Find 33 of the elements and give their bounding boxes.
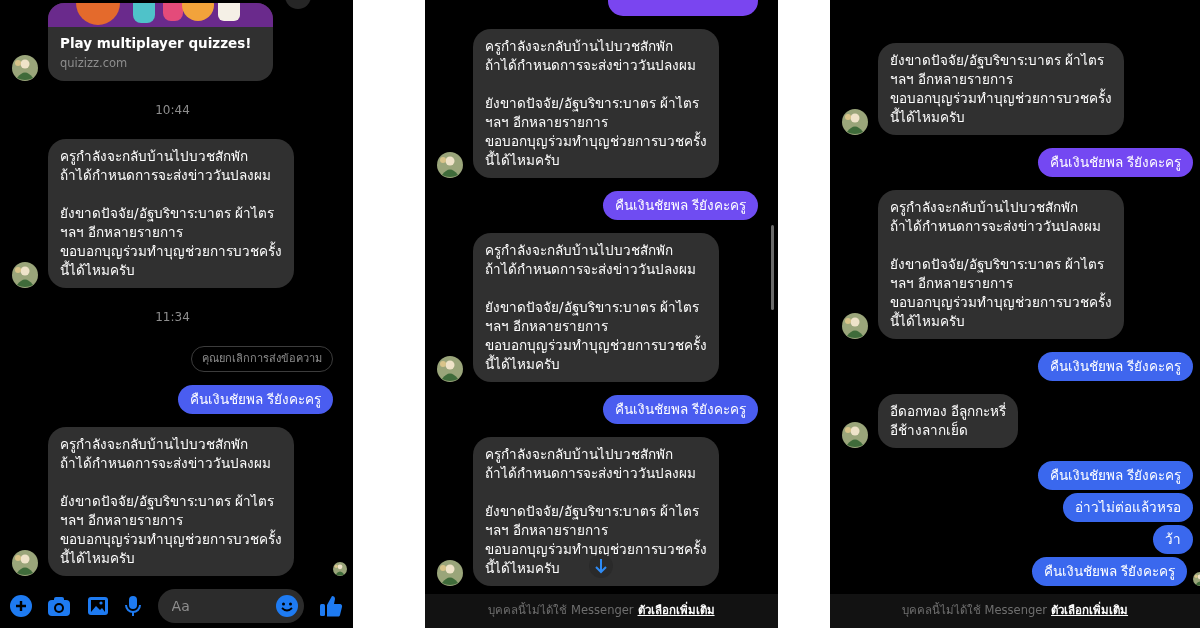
message-bubble: คืนเงินชัยพล รียังคะครู <box>1037 352 1193 381</box>
message-bubble: ยังขาดปัจจัย/อัฐบริขาร:บาตร ผ้าไตร ฯลฯ อีกหลายรายการ ขอบอกบุญร่วมทำบุญช่วยการบวชครั้ง นี้ได้ไหมครับ <box>878 43 1124 135</box>
timestamp: 10:44 <box>154 101 191 119</box>
camera-icon[interactable] <box>47 595 72 617</box>
message-bubble: อ่าวไม่ต่อแล้วหรอ <box>1063 493 1193 522</box>
link-title: Play multiplayer quizzes! <box>59 34 253 53</box>
image-icon[interactable] <box>86 595 109 617</box>
message-bubble: ครูกำลังจะกลับบ้านไปบวชสักพัก ถ้าได้กำหนดการจะส่งข่าววันปลงผม ยังขาดปัจจัย/อัฐบริขาร:บาตร ผ้าไตร ฯลฯ อีกหลายรายการ ขอบอกบุญร่วมทำบุญช่วยการบวชครั้ง นี้ได้ไหมครับ <box>473 233 719 382</box>
link-domain: quizizz.com <box>59 55 129 73</box>
more-options-link[interactable]: ตัวเลือกเพิ่มเติม <box>637 602 715 620</box>
add-icon[interactable] <box>10 595 32 617</box>
like-icon[interactable] <box>318 594 343 618</box>
message-field[interactable]: Aa <box>157 589 304 623</box>
message-bubble: คืนเงินชัยพล รียังคะครู <box>602 395 758 424</box>
message-bubble: ครูกำลังจะกลับบ้านไปบวชสักพัก ถ้าได้กำหนดการจะส่งข่าววันปลงผม ยังขาดปัจจัย/อัฐบริขาร:บาตร ผ้าไตร ฯลฯ อีกหลายรายการ ขอบอกบุญร่วมทำบุญช่วยการบวชครั้ง นี้ได้ไหมครับ <box>48 138 294 288</box>
more-options-link[interactable]: ตัวเลือกเพิ่มเติม <box>1051 602 1129 620</box>
footer-text: บุคคลนี้ไม่ได้ใช้ Messenger <box>488 602 634 620</box>
message-bubble: คืนเงินชัยพล รียังคะครู <box>177 385 333 414</box>
message-bubble: ครูกำลังจะกลับบ้านไปบวชสักพัก ถ้าได้กำหนดการจะส่งข่าววันปลงผม ยังขาดปัจจัย/อัฐบริขาร:บาตร ผ้าไตร ฯลฯ อีกหลายรายการ ขอบอกบุญร่วมทำบุญช่วยการบวชครั้ง นี้ได้ไหมครับ <box>473 29 719 178</box>
message-bubble: ว้า <box>1153 525 1193 554</box>
message-bubble: อีดอกทอง อีลูกกะหรี่ อีช้างลากเย็ด <box>878 394 1019 448</box>
scrollbar[interactable] <box>771 225 774 310</box>
message-bubble: คืนเงินชัยพล รียังคะครู <box>1031 557 1187 586</box>
message-bubble: คืนเงินชัยพล รียังคะครู <box>1037 461 1193 490</box>
footer-text: บุคคลนี้ไม่ได้ใช้ Messenger <box>901 602 1048 620</box>
message-bubble: ครูกำลังจะกลับบ้านไปบวชสักพัก ถ้าได้กำหนดการจะส่งข่าววันปลงผม ยังขาดปัจจัย/อัฐบริขาร:บาตร ผ้าไตร ฯลฯ อีกหลายรายการ ขอบอกบุญร่วมทำบุญช่วยการบวชครั้ง นี้ได้ไหมครับ <box>473 437 719 586</box>
timestamp: 11:34 <box>154 308 191 326</box>
message-bubble: คืนเงินชัยพล รียังคะครู <box>1037 148 1193 177</box>
microphone-icon[interactable] <box>124 595 143 617</box>
emoji-icon[interactable] <box>275 595 298 617</box>
message-bubble: ครูกำลังจะกลับบ้านไปบวชสักพัก ถ้าได้กำหนดการจะส่งข่าววันปลงผม ยังขาดปัจจัย/อัฐบริขาร:บาตร ผ้าไตร ฯลฯ อีกหลายรายการ ขอบอกบุญร่วมทำบุญช่วยการบวชครั้ง นี้ได้ไหมครับ <box>48 427 294 576</box>
message-bubble: คืนเงินชัยพล รียังคะครู <box>602 191 758 220</box>
message-bubble: ครูกำลังจะกลับบ้านไปบวชสักพัก ถ้าได้กำหนดการจะส่งข่าววันปลงผม ยังขาดปัจจัย/อัฐบริขาร:บาตร ผ้าไตร ฯลฯ อีกหลายรายการ ขอบอกบุญร่วมทำบุญช่วยการบวชครั้ง นี้ได้ไหมครับ <box>878 190 1124 339</box>
